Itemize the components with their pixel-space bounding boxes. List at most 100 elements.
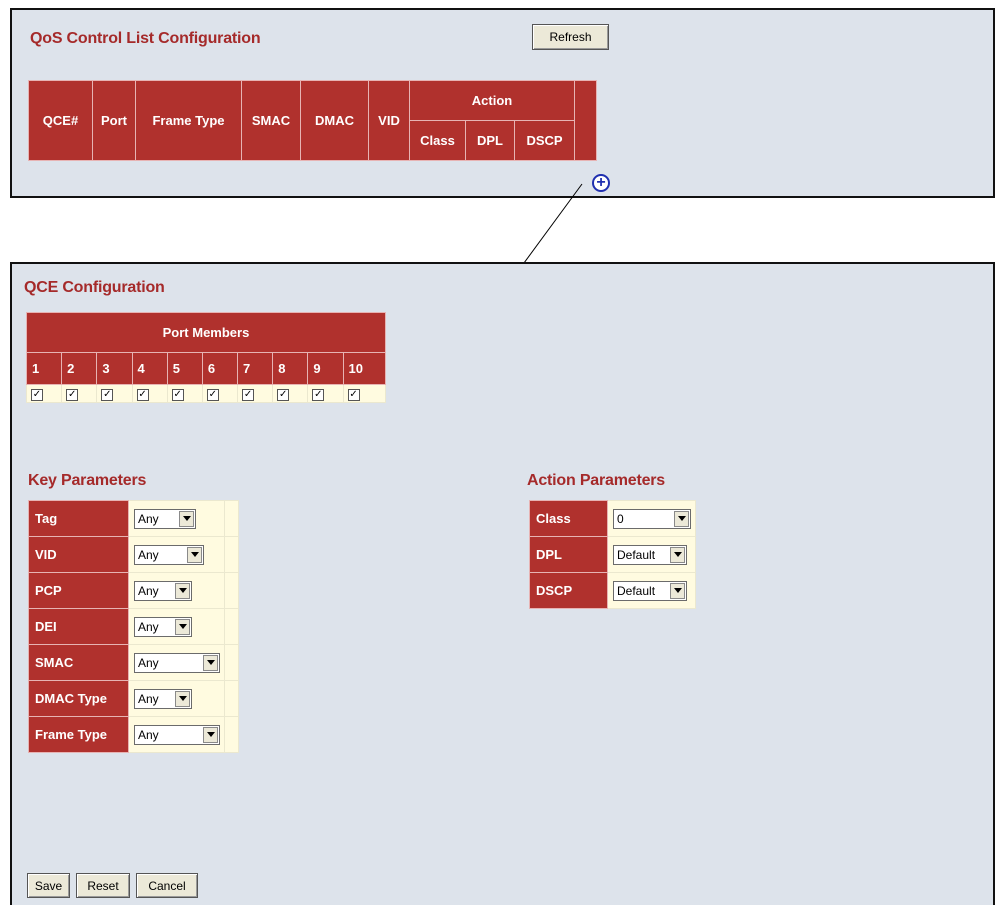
port-member-checkbox[interactable]: ✓: [312, 389, 325, 401]
port-member-checkbox[interactable]: ✓: [347, 389, 360, 401]
key-parameter-label: PCP: [28, 572, 129, 609]
col-header-smac: SMAC: [241, 80, 301, 161]
qce-configuration-panel: QCE Configuration Port Members 123456789…: [10, 262, 995, 905]
port-member-header: 9: [307, 352, 344, 385]
qce-config-title: QCE Configuration: [24, 279, 165, 296]
key-parameter-spacer-cell: [224, 644, 239, 681]
action-parameter-select[interactable]: Default: [613, 580, 687, 601]
port-member-cell: ✓: [237, 384, 274, 403]
port-member-cell: ✓: [201, 384, 239, 403]
qce-list-table: QCE# Port Frame Type SMAC DMAC VID Actio…: [28, 80, 597, 161]
port-member-header: 1: [25, 352, 63, 385]
port-member-header: 7: [237, 352, 274, 385]
save-button[interactable]: Save: [27, 873, 70, 898]
select-value: Any: [138, 727, 159, 742]
key-parameter-value-cell: Any: [128, 680, 225, 717]
port-member-checkbox[interactable]: ✓: [66, 389, 79, 401]
action-parameter-row: DSCP Default: [529, 572, 696, 609]
col-header-dmac: DMAC: [300, 80, 369, 161]
port-members-header: Port Members: [26, 312, 386, 353]
select-value: 0: [617, 511, 624, 526]
col-header-port: Port: [92, 80, 136, 161]
port-member-cell: ✓: [272, 384, 309, 403]
key-parameter-select[interactable]: Any: [134, 652, 220, 673]
key-parameters-title: Key Parameters: [28, 472, 147, 489]
action-parameter-row: DPL Default: [529, 536, 696, 573]
action-parameter-label: DSCP: [529, 572, 608, 609]
dropdown-arrow-icon[interactable]: [175, 618, 190, 635]
key-parameter-label: Frame Type: [28, 716, 129, 753]
dropdown-arrow-icon[interactable]: [175, 690, 190, 707]
key-parameter-spacer-cell: [224, 572, 239, 609]
port-member-header: 5: [166, 352, 203, 385]
cancel-button[interactable]: Cancel: [136, 873, 198, 898]
action-parameter-select[interactable]: 0: [613, 508, 691, 529]
dropdown-arrow-icon[interactable]: [179, 510, 194, 527]
key-parameter-row: Frame Type Any: [28, 716, 239, 753]
col-header-dpl: DPL: [465, 120, 515, 161]
key-parameter-label: DEI: [28, 608, 129, 645]
dropdown-arrow-icon[interactable]: [670, 546, 685, 563]
dropdown-arrow-icon[interactable]: [203, 726, 218, 743]
key-parameter-spacer-cell: [224, 716, 239, 753]
col-header-class: Class: [409, 120, 466, 161]
add-qce-icon[interactable]: +: [592, 174, 610, 192]
port-member-header: 10: [342, 352, 387, 385]
port-members-table: Port Members 1 2 3 4 5 6 7 8 9 10 ✓ ✓ ✓ ✓ ✓ ✓ ✓ ✓ ✓ ✓: [25, 312, 387, 403]
action-parameter-label: DPL: [529, 536, 608, 573]
action-parameters-title: Action Parameters: [527, 472, 665, 489]
select-value: Any: [138, 583, 159, 598]
key-parameter-select[interactable]: Any: [134, 544, 204, 565]
key-parameter-select[interactable]: Any: [134, 616, 192, 637]
dropdown-arrow-icon[interactable]: [674, 510, 689, 527]
action-parameter-select[interactable]: Default: [613, 544, 687, 565]
action-parameter-label: Class: [529, 500, 608, 537]
port-member-header: 6: [201, 352, 239, 385]
key-parameter-spacer-cell: [224, 500, 239, 537]
select-value: Default: [617, 583, 656, 598]
dropdown-arrow-icon[interactable]: [203, 654, 218, 671]
refresh-button[interactable]: Refresh: [532, 24, 609, 50]
action-parameter-value-cell: Default: [607, 536, 696, 573]
port-member-checkbox[interactable]: ✓: [101, 389, 114, 401]
port-member-cell: ✓: [25, 384, 63, 403]
dropdown-arrow-icon[interactable]: [175, 582, 190, 599]
port-member-checkbox[interactable]: ✓: [206, 389, 219, 401]
port-member-cell: ✓: [96, 384, 133, 403]
key-parameter-row: DEI Any: [28, 608, 239, 645]
key-parameter-label: SMAC: [28, 644, 129, 681]
col-header-action: Action: [409, 80, 575, 121]
key-parameter-select[interactable]: Any: [134, 508, 196, 529]
port-member-checkbox[interactable]: ✓: [31, 389, 43, 401]
action-parameter-value-cell: 0: [607, 500, 696, 537]
port-member-checkbox[interactable]: ✓: [242, 389, 255, 401]
key-parameter-value-cell: Any: [128, 608, 225, 645]
port-member-checkbox[interactable]: ✓: [136, 389, 149, 401]
key-parameter-value-cell: Any: [128, 536, 225, 573]
port-member-header: 4: [131, 352, 168, 385]
reset-button[interactable]: Reset: [76, 873, 130, 898]
key-parameter-label: DMAC Type: [28, 680, 129, 717]
port-member-header: 8: [272, 352, 309, 385]
select-value: Any: [138, 655, 159, 670]
key-parameter-select[interactable]: Any: [134, 580, 192, 601]
key-parameter-row: Tag Any: [28, 500, 239, 537]
select-value: Any: [138, 511, 159, 526]
qos-list-title: QoS Control List Configuration: [30, 30, 261, 47]
action-parameter-row: Class 0: [529, 500, 696, 537]
dropdown-arrow-icon[interactable]: [670, 582, 685, 599]
key-parameter-row: PCP Any: [28, 572, 239, 609]
port-member-cell: ✓: [342, 384, 387, 403]
key-parameter-select[interactable]: Any: [134, 688, 192, 709]
select-value: Any: [138, 619, 159, 634]
key-parameter-select[interactable]: Any: [134, 724, 220, 745]
port-member-checkbox[interactable]: ✓: [277, 389, 290, 401]
col-header-dscp: DSCP: [514, 120, 575, 161]
port-member-header: 3: [96, 352, 133, 385]
key-parameter-value-cell: Any: [128, 500, 225, 537]
action-parameter-value-cell: Default: [607, 572, 696, 609]
key-parameter-row: VID Any: [28, 536, 239, 573]
dropdown-arrow-icon[interactable]: [187, 546, 202, 563]
key-parameter-row: SMAC Any: [28, 644, 239, 681]
port-member-checkbox[interactable]: ✓: [171, 389, 184, 401]
